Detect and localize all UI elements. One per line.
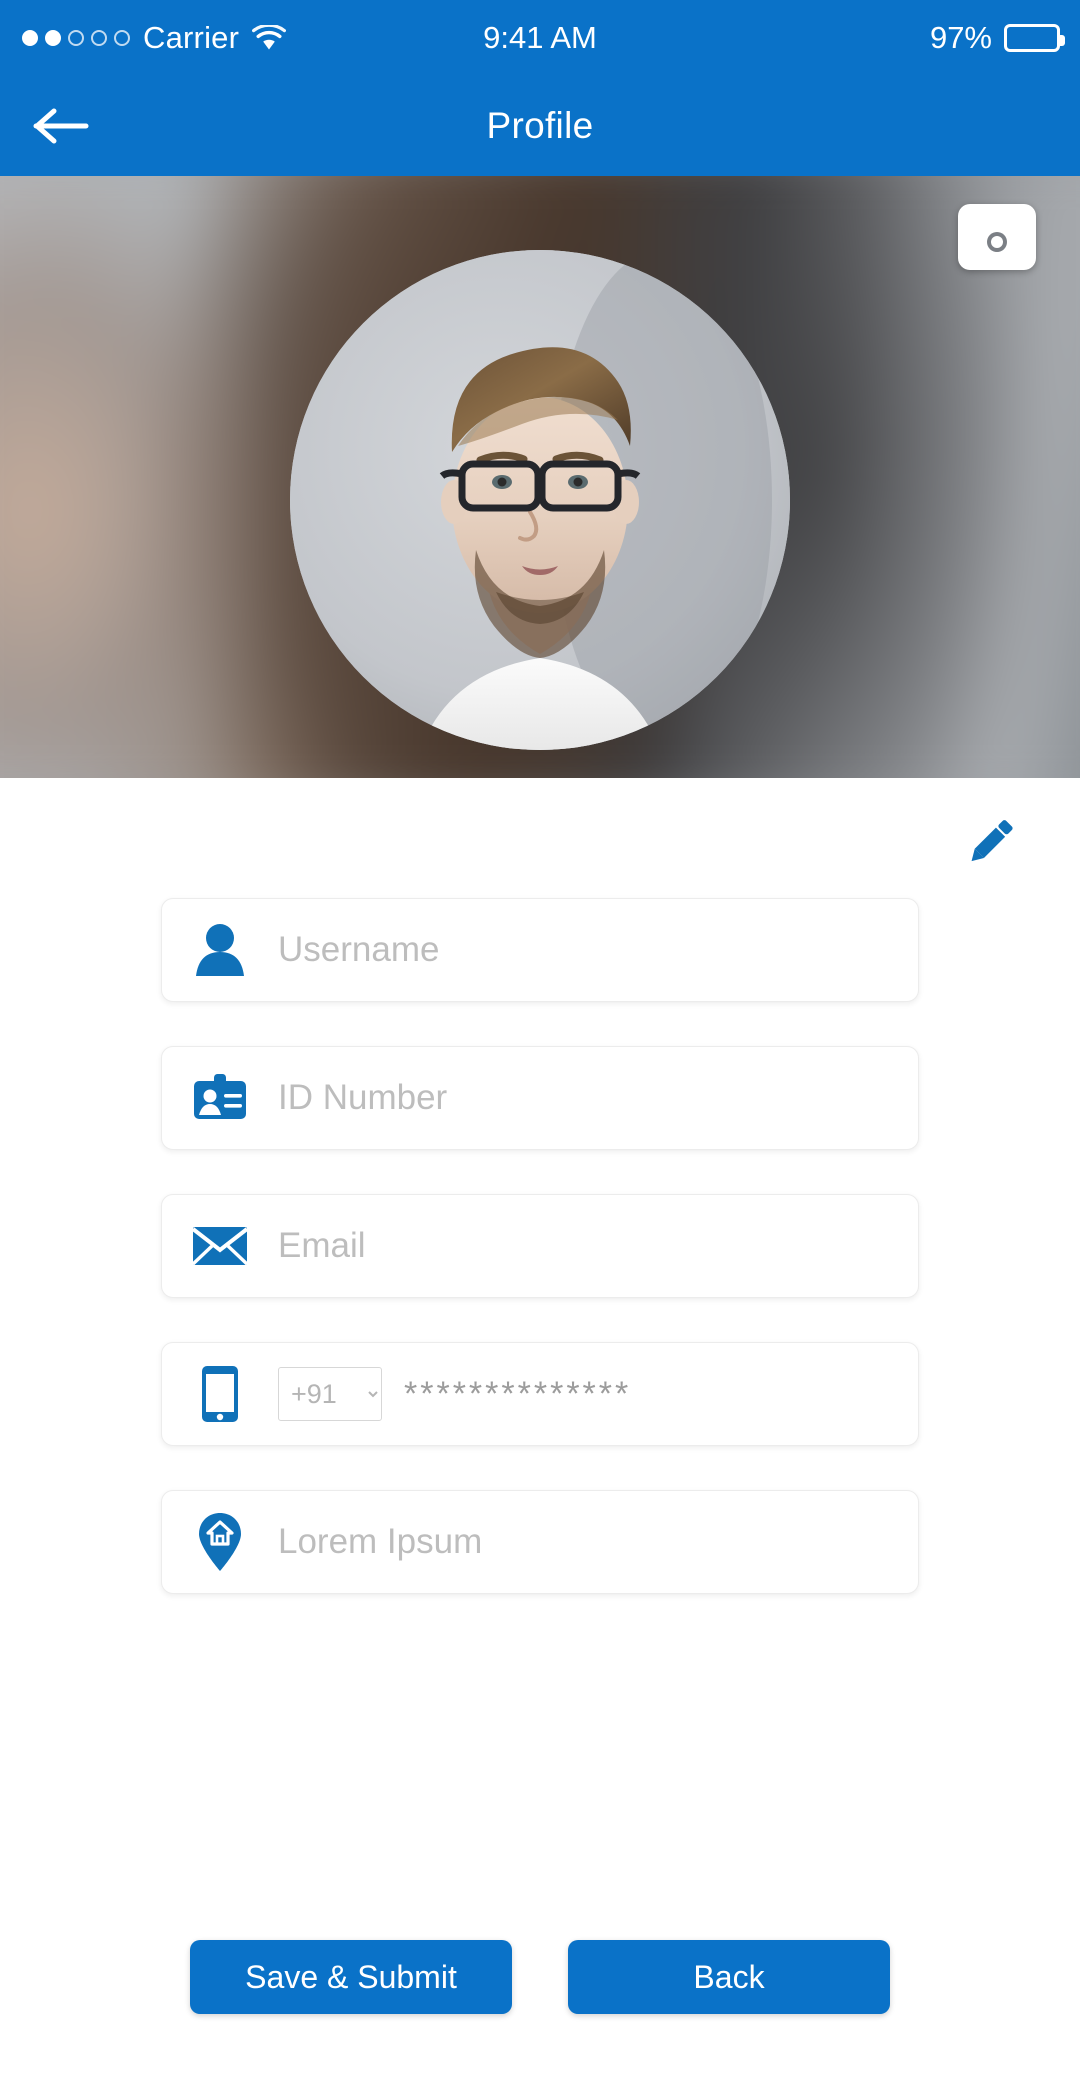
mobile-phone-icon: [190, 1364, 250, 1424]
address-field-row[interactable]: [161, 1490, 919, 1594]
email-field-row[interactable]: [161, 1194, 919, 1298]
email-input[interactable]: [278, 1195, 890, 1297]
profile-avatar: [290, 250, 790, 750]
profile-screen: Carrier 9:41 AM 97% Profile Username ID …: [0, 0, 1080, 2100]
home-pin-icon: [190, 1512, 250, 1572]
nav-bar: Profile: [0, 76, 1080, 176]
pencil-icon: [971, 820, 1013, 862]
page-title: Profile: [486, 105, 594, 146]
envelope-icon: [190, 1216, 250, 1276]
country-code-select[interactable]: +91: [278, 1367, 382, 1421]
battery-icon: [1004, 24, 1065, 52]
id-card-icon: [190, 1068, 250, 1128]
id-number-field-row[interactable]: [161, 1046, 919, 1150]
camera-icon: [967, 221, 1022, 257]
id-number-input[interactable]: [278, 1047, 890, 1149]
profile-form: +91 ************** Save & Submit Back: [0, 778, 1080, 2100]
address-input[interactable]: [278, 1491, 890, 1593]
save-submit-button[interactable]: Save & Submit: [190, 1940, 512, 2014]
status-bar: Carrier 9:41 AM 97%: [0, 0, 1080, 76]
battery-percent-label: 97%: [929, 20, 992, 55]
phone-masked-value: **************: [404, 1374, 632, 1413]
username-field-row[interactable]: [161, 898, 919, 1002]
edit-profile-button[interactable]: [960, 810, 1022, 872]
username-input[interactable]: [278, 899, 890, 1001]
action-buttons: Save & Submit Back: [0, 1940, 1080, 2014]
status-bar-right: 97%: [929, 20, 1065, 56]
back-button-bottom[interactable]: Back: [568, 1940, 890, 2014]
user-icon: [190, 920, 250, 980]
status-bar-clock: 9:41 AM: [483, 20, 597, 55]
phone-field-row[interactable]: +91 **************: [161, 1342, 919, 1446]
avatar[interactable]: [290, 250, 790, 750]
form-fields: +91 **************: [0, 898, 1080, 1638]
change-cover-photo-button[interactable]: [958, 204, 1036, 270]
cover-photo-banner: [0, 176, 1080, 778]
